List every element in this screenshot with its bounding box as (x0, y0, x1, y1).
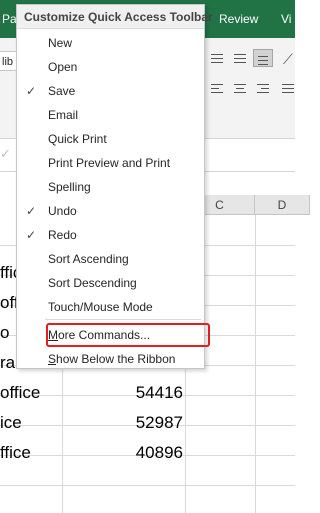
grid-line (255, 215, 256, 513)
menu-item-label: Email (48, 108, 79, 122)
cell-a[interactable]: ffice (0, 438, 62, 468)
menu-item-label: Print Preview and Print (48, 156, 171, 170)
indent-icon[interactable] (278, 80, 298, 98)
menu-item-label: Open (48, 60, 78, 74)
cell-b[interactable]: 52987 (63, 408, 183, 438)
highlight-box (46, 323, 210, 347)
menu-item-label: Save (48, 84, 76, 98)
align-center-icon[interactable] (230, 80, 250, 98)
menu-item-label: Spelling (48, 180, 91, 194)
menu-item-print-preview[interactable]: Print Preview and Print (17, 151, 204, 175)
menu-item-sort-ascending[interactable]: Sort Ascending (17, 247, 204, 271)
menu-item-sort-descending[interactable]: Sort Descending (17, 271, 204, 295)
checkmark-icon: ✓ (26, 228, 37, 242)
menu-item-new[interactable]: New (17, 31, 204, 55)
tab-view[interactable]: Vi (281, 12, 291, 26)
menu-item-open[interactable]: Open (17, 55, 204, 79)
cell-b[interactable]: 54416 (63, 378, 183, 408)
cell-b[interactable]: 40896 (63, 438, 183, 468)
orientation-icon[interactable]: ⟋ (283, 51, 293, 68)
menu-item-touch-mouse-mode[interactable]: Touch/Mouse Mode (17, 295, 204, 319)
menu-item-show-below-ribbon[interactable]: Show Below the Ribbon (17, 347, 204, 371)
align-right-icon[interactable] (253, 80, 273, 98)
menu-item-label: how Below the Ribbon (56, 352, 176, 366)
menu-item-quick-print[interactable]: Quick Print (17, 127, 204, 151)
menu-item-undo[interactable]: ✓ Undo (17, 199, 204, 223)
menu-item-label: Quick Print (48, 132, 107, 146)
cell-a[interactable]: office (0, 378, 62, 408)
menu-item-email[interactable]: Email (17, 103, 204, 127)
tab-review[interactable]: Review (219, 12, 258, 26)
menu-separator (45, 319, 201, 320)
menu-title: Customize Quick Access Toolbar (17, 5, 213, 29)
menu-item-label: Touch/Mouse Mode (48, 300, 153, 314)
customize-qat-menu: Customize Quick Access Toolbar New Open … (16, 4, 213, 371)
menu-item-label: Sort Ascending (48, 252, 129, 266)
grid-line (0, 485, 295, 486)
menu-item-label: Undo (48, 204, 77, 218)
menu-item-redo[interactable]: ✓ Redo (17, 223, 204, 247)
align-left-icon[interactable] (207, 80, 227, 98)
enter-check-icon[interactable]: ✓ (0, 146, 11, 162)
menu-item-label: Redo (48, 228, 77, 242)
cell-a[interactable]: ice (0, 408, 62, 438)
menu-item-spelling[interactable]: Spelling (17, 175, 204, 199)
align-bottom-icon[interactable] (253, 49, 273, 67)
column-header-d[interactable]: D (255, 195, 310, 215)
align-middle-icon[interactable] (230, 50, 250, 68)
checkmark-icon: ✓ (26, 84, 37, 98)
menu-item-accelerator: S (48, 352, 57, 366)
checkmark-icon: ✓ (26, 204, 37, 218)
tab-page-layout[interactable]: Pa (2, 12, 17, 26)
align-top-icon[interactable] (207, 50, 227, 68)
menu-item-save[interactable]: ✓ Save (17, 79, 204, 103)
menu-item-label: Sort Descending (48, 276, 137, 290)
menu-item-label: New (48, 36, 73, 50)
